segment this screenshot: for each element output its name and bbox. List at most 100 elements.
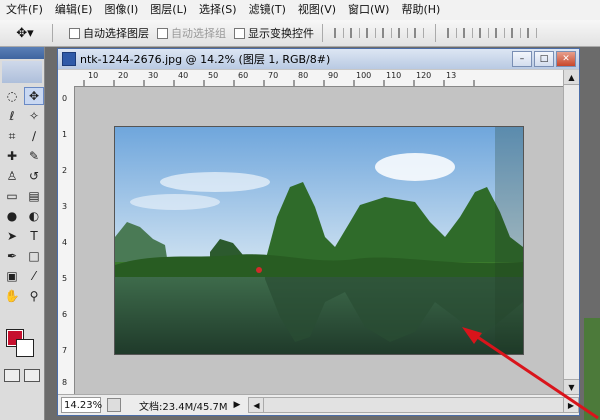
ruler-label: 8 <box>62 378 68 387</box>
maximize-button[interactable]: □ <box>534 51 554 67</box>
ruler-label: 2 <box>62 166 68 175</box>
photoshop-logo <box>2 61 42 83</box>
document-titlebar[interactable]: ntk-1244-2676.jpg @ 14.2% (图层 1, RGB/8#)… <box>58 49 579 69</box>
menu-file[interactable]: 文件(F) <box>0 0 49 20</box>
document-window: ntk-1244-2676.jpg @ 14.2% (图层 1, RGB/8#)… <box>57 48 580 416</box>
align-right-icon[interactable] <box>413 26 425 40</box>
distribute-left-icon[interactable] <box>494 26 506 40</box>
ruler-label: 7 <box>62 346 68 355</box>
distribute-right-icon[interactable] <box>526 26 538 40</box>
checkbox-box[interactable] <box>157 27 168 39</box>
distribute-bottom-icon[interactable] <box>478 26 490 40</box>
document-size: 文档:23.4M/45.7M <box>139 401 228 413</box>
pen-tool-icon[interactable]: ✒ <box>2 247 22 265</box>
photoshop-document-icon <box>62 52 76 66</box>
vertical-scrollbar[interactable]: ▲ ▼ <box>563 70 579 394</box>
healing-brush-tool-icon[interactable]: ✚ <box>2 147 22 165</box>
status-info-icon[interactable] <box>107 398 121 412</box>
show-transform-checkbox[interactable]: 显示变换控件 <box>234 25 314 41</box>
document-title: ntk-1244-2676.jpg @ 14.2% (图层 1, RGB/8#) <box>80 53 331 66</box>
scroll-right-arrow-icon[interactable]: ▶ <box>563 398 578 412</box>
options-bar: ✥▾ 自动选择图层 自动选择组 显示变换控件 <box>0 20 600 47</box>
toolbox-grip[interactable] <box>0 47 44 59</box>
shape-tool-icon[interactable]: □ <box>24 247 44 265</box>
type-tool-icon[interactable]: T <box>24 227 44 245</box>
status-menu-arrow-icon[interactable]: ▶ <box>234 400 241 410</box>
zoom-field[interactable]: 14.23% <box>61 397 102 413</box>
menu-bar: 文件(F) 编辑(E) 图像(I) 图层(L) 选择(S) 滤镜(T) 视图(V… <box>0 0 600 21</box>
eyedropper-tool-icon[interactable]: ⁄ <box>24 267 44 285</box>
toolbox: ◌ ✥ ℓ ✧ ⌗ ∕ ✚ ✎ ♙ ↺ ▭ ▤ ● ◐ ➤ T ✒ □ ▣ ⁄ … <box>0 47 45 420</box>
ruler-label: 5 <box>62 274 68 283</box>
separator <box>435 24 436 42</box>
clone-stamp-tool-icon[interactable]: ♙ <box>2 167 22 185</box>
path-selection-tool-icon[interactable]: ➤ <box>2 227 22 245</box>
horizontal-scrollbar[interactable]: ◀ ▶ <box>248 397 579 413</box>
move-tool-icon[interactable]: ✥ <box>24 87 44 105</box>
separator <box>322 24 323 42</box>
checkbox-box[interactable] <box>234 27 245 39</box>
gradient-tool-icon[interactable]: ▤ <box>24 187 44 205</box>
scroll-down-arrow-icon[interactable]: ▼ <box>564 379 579 394</box>
vertical-ruler[interactable]: 0 1 2 3 4 5 6 7 8 <box>58 86 75 394</box>
ruler-label: 6 <box>62 310 68 319</box>
ruler-ticks <box>83 80 475 86</box>
align-bottom-icon[interactable] <box>365 26 377 40</box>
ruler-origin[interactable] <box>58 70 75 87</box>
distribute-top-icon[interactable] <box>446 26 458 40</box>
align-vcenter-icon[interactable] <box>349 26 361 40</box>
background-color-swatch[interactable] <box>16 339 34 357</box>
menu-view[interactable]: 视图(V) <box>292 0 342 20</box>
auto-select-layer-label: 自动选择图层 <box>83 27 149 40</box>
ruler-label: 0 <box>62 94 68 103</box>
quick-mask-controls <box>4 369 40 382</box>
align-left-icon[interactable] <box>381 26 393 40</box>
ruler-label: 1 <box>62 130 68 139</box>
zoom-tool-icon[interactable]: ⚲ <box>24 287 44 305</box>
hand-tool-icon[interactable]: ✋ <box>2 287 22 305</box>
separator <box>52 24 53 42</box>
horizontal-ruler[interactable]: 10 20 30 40 50 60 70 80 90 100 110 120 1… <box>74 70 563 87</box>
brush-tool-icon[interactable]: ✎ <box>24 147 44 165</box>
blur-tool-icon[interactable]: ● <box>2 207 22 225</box>
eraser-tool-icon[interactable]: ▭ <box>2 187 22 205</box>
lasso-tool-icon[interactable]: ℓ <box>2 107 22 125</box>
move-tool-icon[interactable]: ✥▾ <box>6 22 44 44</box>
distribute-hcenter-icon[interactable] <box>510 26 522 40</box>
magic-wand-tool-icon[interactable]: ✧ <box>24 107 44 125</box>
notes-tool-icon[interactable]: ▣ <box>2 267 22 285</box>
menu-layer[interactable]: 图层(L) <box>144 0 193 20</box>
canvas-area[interactable] <box>75 87 563 394</box>
menu-image[interactable]: 图像(I) <box>98 0 144 20</box>
checkbox-box[interactable] <box>69 27 80 39</box>
distribute-vcenter-icon[interactable] <box>462 26 474 40</box>
background-window-edge <box>584 318 600 420</box>
close-button[interactable]: ✕ <box>556 51 576 67</box>
history-brush-tool-icon[interactable]: ↺ <box>24 167 44 185</box>
marquee-tool-icon[interactable]: ◌ <box>2 87 22 105</box>
show-transform-label: 显示变换控件 <box>248 27 314 40</box>
ruler-label: 4 <box>62 238 68 247</box>
dodge-tool-icon[interactable]: ◐ <box>24 207 44 225</box>
standard-mode-icon[interactable] <box>4 369 20 382</box>
auto-select-group-label: 自动选择组 <box>171 27 226 40</box>
align-top-icon[interactable] <box>333 26 345 40</box>
photo-image[interactable] <box>115 127 523 354</box>
menu-edit[interactable]: 编辑(E) <box>49 0 99 20</box>
landscape-photo <box>115 127 523 354</box>
menu-filter[interactable]: 滤镜(T) <box>243 0 292 20</box>
minimize-button[interactable]: – <box>512 51 532 67</box>
align-hcenter-icon[interactable] <box>397 26 409 40</box>
ruler-label: 3 <box>62 202 68 211</box>
menu-window[interactable]: 窗口(W) <box>342 0 395 20</box>
menu-help[interactable]: 帮助(H) <box>395 0 446 20</box>
crop-tool-icon[interactable]: ⌗ <box>2 127 22 145</box>
status-bar: 14.23% 文档:23.4M/45.7M ▶ ◀ ▶ <box>58 394 579 415</box>
scroll-up-arrow-icon[interactable]: ▲ <box>564 70 579 85</box>
menu-select[interactable]: 选择(S) <box>193 0 243 20</box>
scroll-left-arrow-icon[interactable]: ◀ <box>249 398 265 412</box>
slice-tool-icon[interactable]: ∕ <box>24 127 44 145</box>
auto-select-layer-checkbox[interactable]: 自动选择图层 <box>69 25 149 41</box>
auto-select-group-checkbox[interactable]: 自动选择组 <box>157 25 226 41</box>
quick-mask-icon[interactable] <box>24 369 40 382</box>
